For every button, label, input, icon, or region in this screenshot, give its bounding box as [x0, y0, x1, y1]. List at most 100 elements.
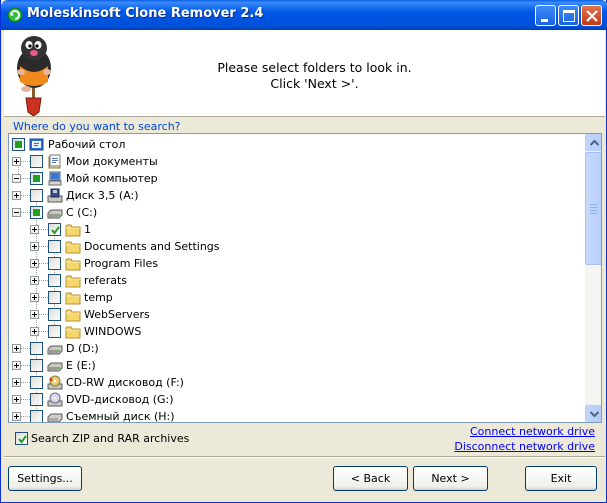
- dvd-drive-icon: [47, 392, 63, 407]
- tree-item-label[interactable]: referats: [84, 274, 127, 287]
- expand-icon[interactable]: [12, 412, 21, 421]
- tree-item-label[interactable]: WINDOWS: [84, 325, 141, 338]
- collapse-icon[interactable]: [12, 208, 21, 217]
- tree-item-checkbox[interactable]: [30, 410, 43, 422]
- footer-divider: [4, 456, 605, 458]
- tree-item-checkbox[interactable]: [30, 376, 43, 389]
- tree-item[interactable]: DVD-дисковод (G:): [9, 391, 585, 408]
- tree-item-label[interactable]: Съемный диск (H:): [66, 410, 175, 422]
- tree-item[interactable]: Съемный диск (H:): [9, 408, 585, 422]
- tree-item-label[interactable]: Диск 3,5 (A:): [66, 189, 139, 202]
- expand-icon[interactable]: [12, 361, 21, 370]
- tree-item[interactable]: Мои документы: [9, 153, 585, 170]
- expand-icon[interactable]: [30, 225, 39, 234]
- scroll-up-arrow-icon: [590, 140, 599, 146]
- scroll-thumb[interactable]: [585, 152, 601, 265]
- tree-item[interactable]: Мой компьютер: [9, 170, 585, 187]
- expand-icon[interactable]: [30, 259, 39, 268]
- tree-item[interactable]: E (E:): [9, 357, 585, 374]
- tree-item[interactable]: CD-RW дисковод (F:): [9, 374, 585, 391]
- tree-item-checkbox[interactable]: [30, 359, 43, 372]
- thumb-grip: [590, 207, 597, 208]
- tree-item-label[interactable]: WebServers: [84, 308, 150, 321]
- expand-icon[interactable]: [12, 191, 21, 200]
- tree-item-checkbox[interactable]: [48, 274, 61, 287]
- search-location-label: Where do you want to search?: [13, 120, 181, 133]
- tree-item-label[interactable]: Мои документы: [66, 155, 158, 168]
- zip-checkbox[interactable]: [15, 432, 28, 445]
- tree-item[interactable]: WINDOWS: [9, 323, 585, 340]
- tree-item-checkbox[interactable]: [48, 257, 61, 270]
- tree-item-label[interactable]: temp: [84, 291, 113, 304]
- tree-item[interactable]: Documents and Settings: [9, 238, 585, 255]
- tree-item-checkbox[interactable]: [30, 172, 43, 185]
- expand-icon[interactable]: [12, 157, 21, 166]
- thumb-grip: [590, 210, 597, 211]
- expand-icon[interactable]: [30, 276, 39, 285]
- expand-icon[interactable]: [12, 344, 21, 353]
- tree-scrollbar[interactable]: [585, 134, 601, 422]
- folder-icon: [65, 309, 81, 322]
- tree-item-checkbox[interactable]: [48, 325, 61, 338]
- expand-icon[interactable]: [30, 242, 39, 251]
- desktop-icon: [29, 138, 44, 151]
- thumb-grip: [590, 204, 597, 205]
- close-icon: [586, 10, 598, 22]
- tree-item-label[interactable]: E (E:): [66, 359, 96, 372]
- tree-item-label[interactable]: Рабочий стол: [48, 138, 125, 151]
- tree-item-label[interactable]: 1: [84, 223, 91, 236]
- minimize-button[interactable]: [535, 5, 556, 26]
- title-bar[interactable]: Moleskinsoft Clone Remover 2.4: [1, 0, 607, 30]
- tree-item-checkbox[interactable]: [30, 206, 43, 219]
- folder-tree[interactable]: Рабочий стол Мои документы Мой компьютер Ди…: [8, 133, 602, 423]
- expand-icon[interactable]: [12, 395, 21, 404]
- back-button[interactable]: < Back: [333, 466, 408, 491]
- tree-item-label[interactable]: CD-RW дисковод (F:): [66, 376, 184, 389]
- tree-item-checkbox[interactable]: [48, 291, 61, 304]
- tree-item[interactable]: temp: [9, 289, 585, 306]
- tree-item-checkbox[interactable]: [48, 308, 61, 321]
- exit-button[interactable]: Exit: [525, 466, 597, 491]
- tree-item-checkbox[interactable]: [48, 240, 61, 253]
- expand-icon[interactable]: [30, 293, 39, 302]
- zip-checkbox-label[interactable]: Search ZIP and RAR archives: [31, 432, 189, 445]
- checkmark-icon: [51, 226, 60, 235]
- tree-item[interactable]: Program Files: [9, 255, 585, 272]
- tree-item-label[interactable]: Мой компьютер: [66, 172, 158, 185]
- tree-item[interactable]: WebServers: [9, 306, 585, 323]
- tree-item[interactable]: referats: [9, 272, 585, 289]
- tree-item-checkbox[interactable]: [30, 342, 43, 355]
- tree-item-label[interactable]: Program Files: [84, 257, 158, 270]
- disconnect-network-drive-link[interactable]: Disconnect network drive: [454, 440, 595, 453]
- folder-icon: [65, 292, 81, 305]
- tree-item-label[interactable]: Documents and Settings: [84, 240, 220, 253]
- tree-item-label[interactable]: DVD-дисковод (G:): [66, 393, 174, 406]
- tree-item-checkbox[interactable]: [12, 138, 25, 151]
- expand-icon[interactable]: [30, 310, 39, 319]
- app-window: Moleskinsoft Clone Remover 2.4 Please se…: [0, 0, 607, 503]
- maximize-button[interactable]: [558, 5, 579, 26]
- connect-network-drive-link[interactable]: Connect network drive: [470, 425, 595, 438]
- tree-item[interactable]: C (C:): [9, 204, 585, 221]
- collapse-icon[interactable]: [12, 174, 21, 183]
- tree-item-checkbox[interactable]: [30, 155, 43, 168]
- expand-icon[interactable]: [30, 327, 39, 336]
- cd-drive-icon: [47, 375, 63, 390]
- tree-item-label[interactable]: C (C:): [66, 206, 97, 219]
- tree-item[interactable]: D (D:): [9, 340, 585, 357]
- tree-item-label[interactable]: D (D:): [66, 342, 99, 355]
- tree-item[interactable]: Рабочий стол: [9, 136, 585, 153]
- tree-item[interactable]: Диск 3,5 (A:): [9, 187, 585, 204]
- scroll-down-button[interactable]: [585, 405, 601, 422]
- tree-item-checkbox[interactable]: [48, 223, 61, 236]
- close-button[interactable]: [581, 5, 602, 26]
- settings-button[interactable]: Settings...: [8, 466, 82, 491]
- tree-item[interactable]: 1: [9, 221, 585, 238]
- next-button[interactable]: Next >: [413, 466, 488, 491]
- tree-item-checkbox[interactable]: [30, 393, 43, 406]
- expand-icon[interactable]: [12, 378, 21, 387]
- hard-drive-icon: [47, 362, 63, 372]
- scroll-up-button[interactable]: [585, 134, 601, 151]
- tree-item-checkbox[interactable]: [30, 189, 43, 202]
- maximize-icon: [563, 10, 575, 22]
